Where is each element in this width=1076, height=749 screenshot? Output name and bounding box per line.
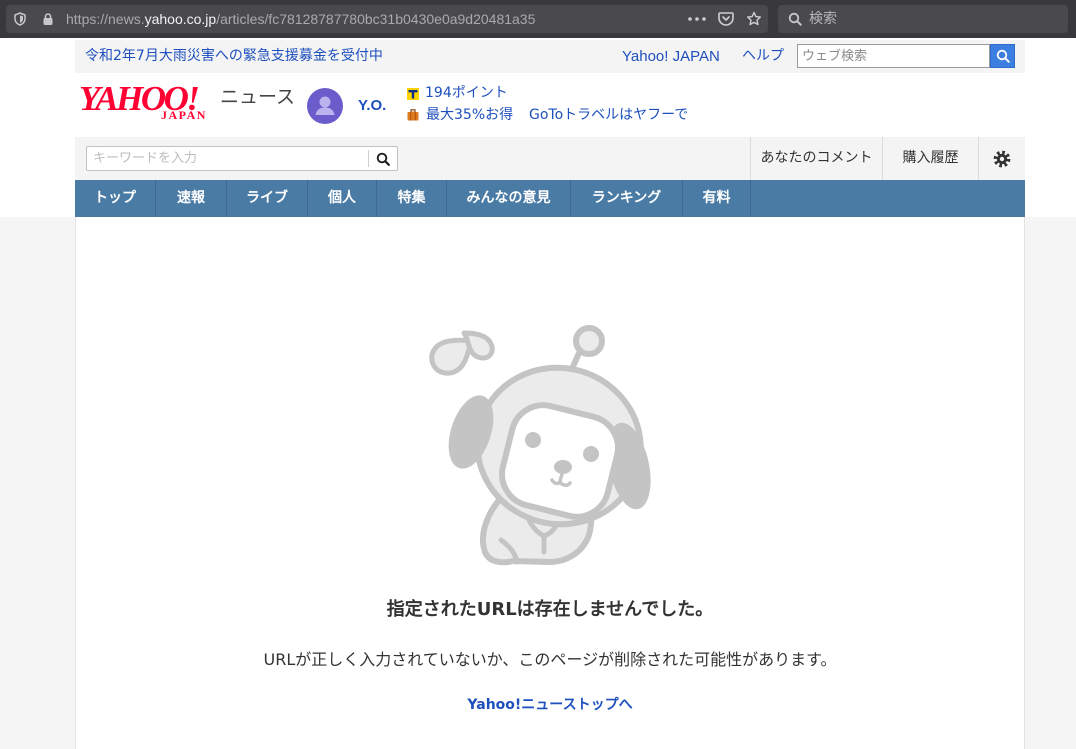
- error-title: 指定されたURLは存在しませんでした。: [386, 599, 714, 620]
- browser-search-box[interactable]: [778, 5, 1068, 33]
- eye-left: [525, 432, 541, 448]
- tab-features[interactable]: 特集: [377, 180, 447, 217]
- promo-campaign-link[interactable]: GoToトラベルはヤフーで: [529, 106, 688, 124]
- pocket-icon[interactable]: [718, 11, 734, 26]
- settings-button[interactable]: [978, 137, 1025, 180]
- sweat-drops: [429, 330, 495, 376]
- tab-opinions[interactable]: みんなの意見: [447, 180, 571, 217]
- suitcase-icon: [407, 109, 419, 121]
- error-mascot-illustration: [429, 325, 651, 566]
- yahoo-japan-link[interactable]: Yahoo! JAPAN: [622, 40, 720, 73]
- error-message: URLが正しく入力されていないか、このページが削除された可能性があります。: [263, 650, 837, 669]
- yahoo-news-logo[interactable]: YAHOO! JAPAN ニュース: [75, 73, 295, 135]
- shield-icon[interactable]: [14, 12, 26, 26]
- news-top-link[interactable]: Yahoo!ニューストップへ: [467, 697, 632, 713]
- browser-toolbar: https://news.yahoo.co.jp/articles/fc7812…: [0, 0, 1076, 38]
- gear-icon: [993, 150, 1011, 167]
- web-search-input[interactable]: [797, 44, 990, 68]
- news-header: YAHOO! JAPAN ニュース Y.O. 194ポイント 最大35%お得 G…: [75, 73, 1025, 135]
- promo-discount-link[interactable]: 最大35%お得: [426, 106, 513, 124]
- tab-paid[interactable]: 有料: [683, 180, 751, 217]
- error-content: 指定されたURLは存在しませんでした。 URLが正しく入力されていないか、このペ…: [75, 217, 1025, 749]
- browser-search-input[interactable]: [809, 5, 1059, 33]
- user-avatar-icon: [307, 88, 343, 124]
- more-actions-icon[interactable]: [688, 17, 706, 21]
- search-icon: [376, 152, 390, 166]
- search-icon: [788, 12, 802, 26]
- search-and-account-bar: あなたのコメント 購入履歴: [75, 137, 1025, 180]
- lock-icon[interactable]: [42, 12, 54, 26]
- keyword-search-box: [86, 146, 398, 171]
- yahoo-top-bar: 令和2年7月大雨災害への緊急支援募金を受付中 Yahoo! JAPAN ヘルプ: [75, 40, 1025, 73]
- star-icon[interactable]: [746, 11, 762, 27]
- tab-top[interactable]: トップ: [75, 180, 156, 217]
- keyword-search-input[interactable]: [87, 147, 367, 170]
- tab-breaking[interactable]: 速報: [156, 180, 227, 217]
- url-domain: yahoo.co.jp: [144, 11, 217, 27]
- user-name: Y.O.: [358, 97, 387, 114]
- donation-notice-link[interactable]: 令和2年7月大雨災害への緊急支援募金を受付中: [85, 40, 383, 73]
- tab-individual[interactable]: 個人: [308, 180, 377, 217]
- url-path: /articles/fc78128787780bc31b0430e0a9d204…: [216, 11, 536, 27]
- logo-sub-wordmark: JAPAN: [161, 108, 207, 122]
- points-link[interactable]: 194ポイント: [425, 84, 508, 102]
- nose: [554, 460, 572, 474]
- web-search-button[interactable]: [990, 44, 1015, 68]
- eye-right: [583, 446, 599, 462]
- url-text: https://news.yahoo.co.jp/articles/fc7812…: [66, 5, 535, 33]
- top-link-row: Yahoo!ニューストップへ: [76, 694, 1024, 715]
- tab-live[interactable]: ライブ: [227, 180, 308, 217]
- purchase-history-link[interactable]: 購入履歴: [882, 137, 978, 180]
- your-comments-link[interactable]: あなたのコメント: [750, 137, 882, 180]
- help-link[interactable]: ヘルプ: [742, 40, 784, 73]
- tab-ranking[interactable]: ランキング: [571, 180, 683, 217]
- url-bar[interactable]: https://news.yahoo.co.jp/articles/fc7812…: [6, 5, 768, 33]
- search-icon: [996, 49, 1010, 63]
- service-name: ニュース: [220, 86, 296, 108]
- keyword-search-button[interactable]: [369, 147, 397, 170]
- tpoint-icon: [407, 88, 419, 100]
- category-nav: トップ 速報 ライブ 個人 特集 みんなの意見 ランキング 有料: [75, 180, 1025, 217]
- url-prefix: https://news.: [66, 11, 145, 27]
